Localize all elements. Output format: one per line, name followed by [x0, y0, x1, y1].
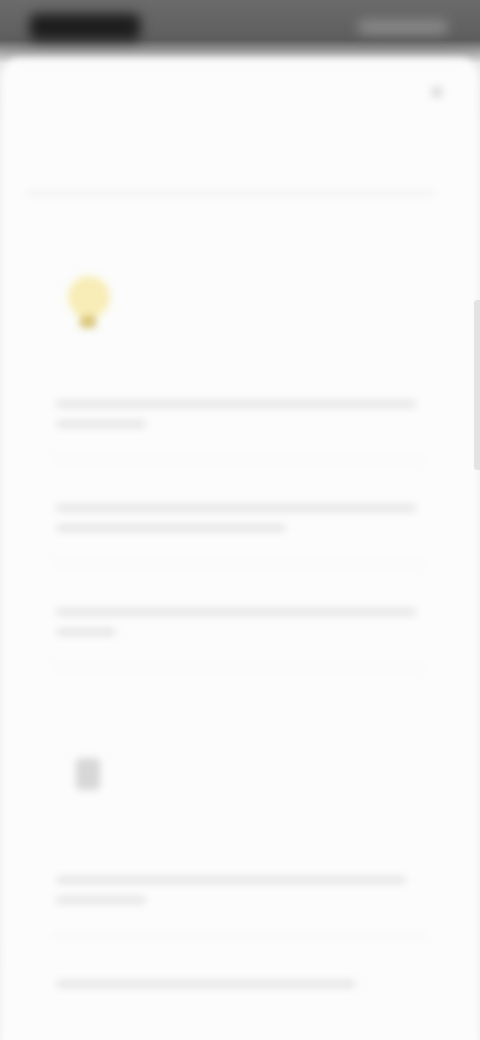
list-item[interactable] [42, 364, 438, 468]
list-item[interactable] [42, 468, 438, 572]
status-bar [0, 0, 480, 60]
status-bar-left [30, 14, 140, 40]
status-bar-right [358, 20, 448, 34]
bottom-sheet: ✕ [0, 58, 480, 1040]
divider [52, 562, 426, 564]
list-item[interactable] [42, 572, 438, 676]
tab-bar [20, 144, 440, 184]
section-header [42, 730, 438, 840]
close-icon: ✕ [427, 80, 447, 105]
divider [52, 666, 426, 668]
lightbulb-icon [66, 272, 110, 332]
list-item[interactable] [42, 840, 438, 944]
scroll-handle[interactable] [474, 300, 480, 470]
divider [52, 934, 426, 936]
app-screen: ✕ [0, 0, 480, 1040]
section-header [42, 254, 438, 364]
section-card [42, 254, 438, 676]
document-icon [66, 748, 110, 808]
close-button[interactable]: ✕ [422, 78, 452, 108]
section-card [42, 730, 438, 1040]
divider [52, 458, 426, 460]
list-item[interactable] [42, 944, 438, 1040]
tab-divider [26, 192, 436, 195]
